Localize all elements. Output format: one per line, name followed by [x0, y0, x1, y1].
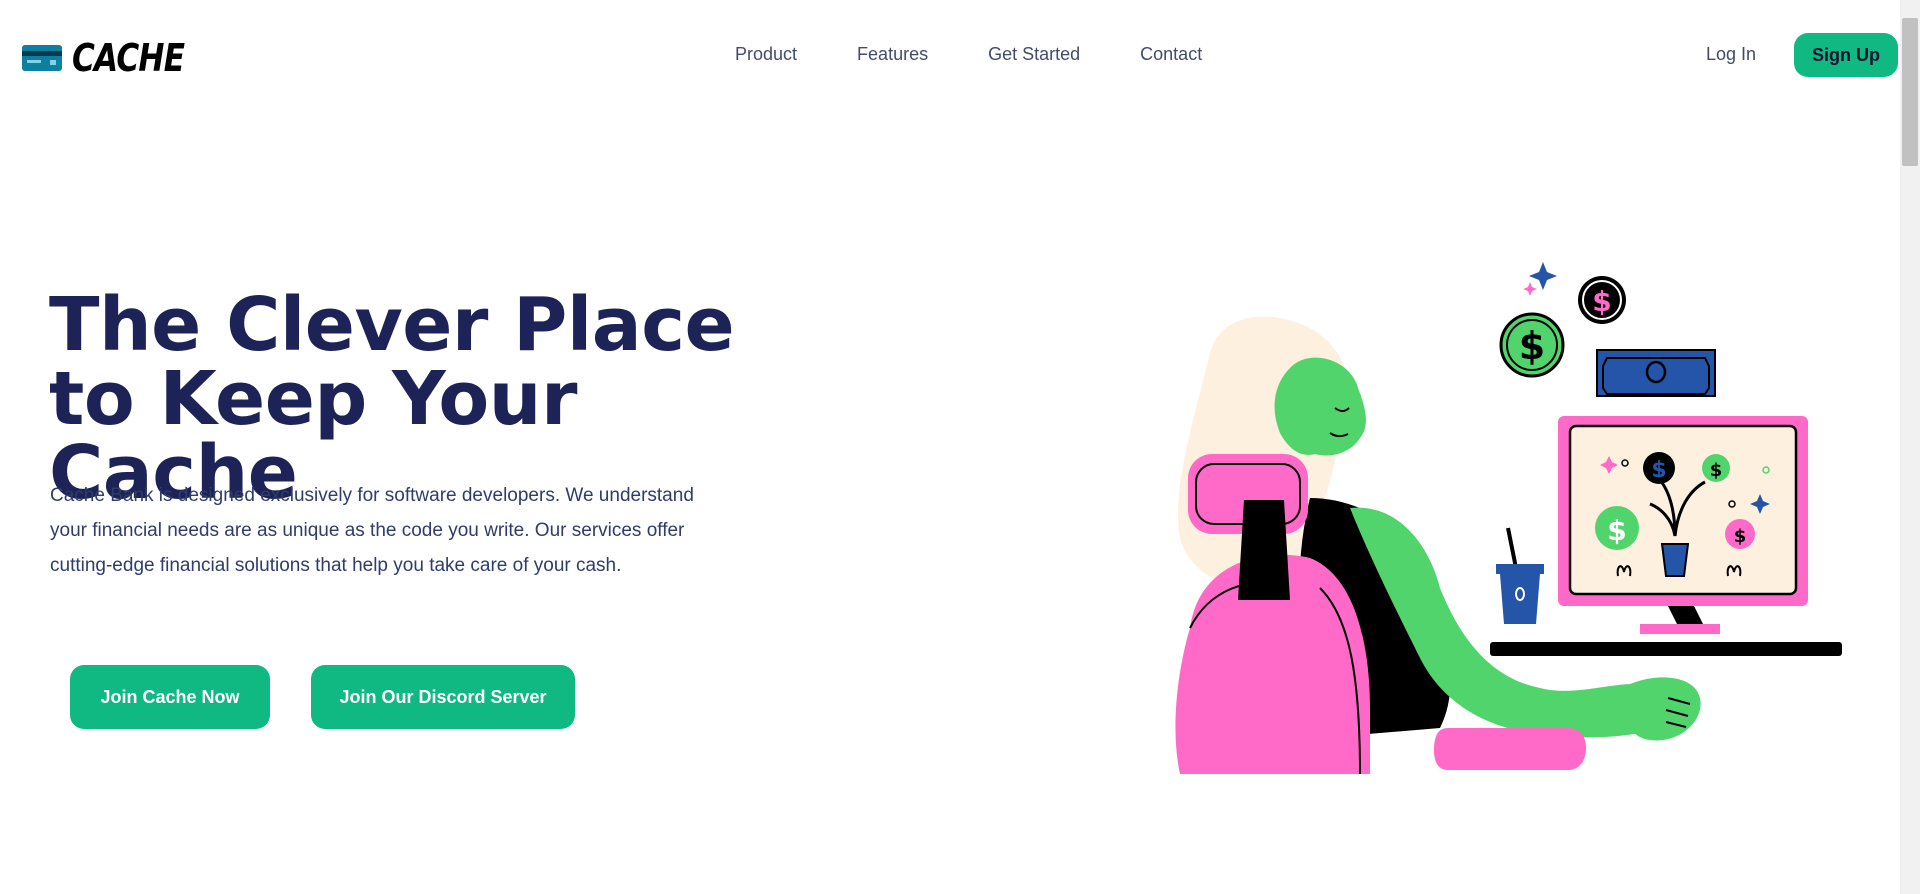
nav-link-product[interactable]: Product	[735, 44, 797, 65]
svg-text:$: $	[1519, 324, 1545, 368]
nav-links: Product Features Get Started Contact	[735, 44, 1202, 65]
woman-at-computer-illustration: $ $ $ $ $ $	[1175, 262, 1842, 775]
svg-text:$: $	[1592, 285, 1611, 318]
login-link[interactable]: Log In	[1706, 44, 1756, 65]
page-scrollbar[interactable]	[1900, 0, 1920, 894]
signup-button[interactable]: Sign Up	[1794, 33, 1898, 77]
hero-title: The Clever Place to Keep Your Cache	[49, 282, 735, 516]
nav-link-features[interactable]: Features	[857, 44, 928, 65]
credit-card-icon	[22, 45, 62, 71]
brand-logo[interactable]: CACHE	[22, 36, 209, 80]
top-navbar: CACHE Product Features Get Started Conta…	[0, 0, 1900, 110]
hero-description: Cache Bank is designed exclusively for s…	[50, 485, 694, 576]
svg-text:$: $	[1710, 460, 1723, 481]
svg-text:$: $	[1607, 514, 1626, 547]
nav-link-contact[interactable]: Contact	[1140, 44, 1202, 65]
join-cache-button[interactable]: Join Cache Now	[70, 665, 270, 729]
scrollbar-thumb[interactable]	[1902, 18, 1918, 166]
join-discord-button[interactable]: Join Our Discord Server	[311, 665, 575, 729]
svg-text:$: $	[1734, 526, 1747, 547]
nav-link-get-started[interactable]: Get Started	[988, 44, 1080, 65]
brand-name: CACHE	[72, 36, 185, 80]
